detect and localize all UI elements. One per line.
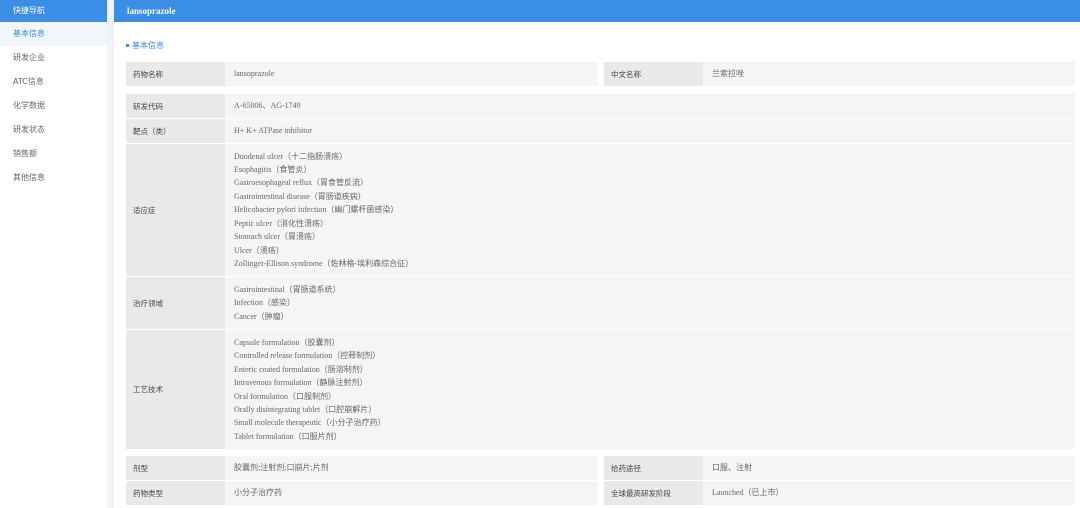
sidebar-item-sales[interactable]: 销售额	[0, 142, 107, 166]
label: 工艺技术	[126, 330, 225, 449]
sidebar: 快捷导航 基本信息 研发企业 ATC信息 化学数据 研发状态 销售额 其他信息	[0, 0, 107, 508]
main-panel: lansoprazole 基本信息 药物名称 lansoprazole 中文名称…	[114, 0, 1080, 508]
row-tech: 工艺技术 Capsule formulation（胶囊剂） Controlled…	[126, 330, 1075, 450]
row-form: 剂型 胶囊剂;注射剂;口崩片;片剂 给药途径 口服、注射	[126, 456, 1075, 481]
sidebar-item-status[interactable]: 研发状态	[0, 118, 107, 142]
sidebar-title: 快捷导航	[0, 0, 107, 22]
row-indication: 适应症 Duodenal ulcer（十二指肠溃疡） Esophagitis（食…	[126, 144, 1075, 277]
list-item: Zollinger-Ellison syndrome（佐林格-埃利森综合征）	[234, 258, 414, 268]
list-item: Orally disintegrating tablet（口腔崩解片）	[234, 404, 377, 414]
list-item: Small molecule therapeutic（小分子治疗药）	[234, 418, 386, 428]
row-type: 药物类型 小分子治疗药 全球最高研发阶段 Launched（已上市）	[126, 481, 1075, 506]
value: 口服、注射	[703, 456, 1075, 480]
value-list: Gastrointestinal（胃肠道系统） Infection（感染） Ca…	[225, 277, 1075, 329]
row-name: 药物名称 lansoprazole 中文名称 兰索拉唑	[126, 62, 1075, 87]
sidebar-item-other[interactable]: 其他信息	[0, 166, 107, 190]
value: 胶囊剂;注射剂;口崩片;片剂	[225, 456, 598, 480]
value: lansoprazole	[225, 62, 598, 86]
value: H+ K+ ATPase inhibitor	[225, 119, 1075, 143]
row-target: 靶点（类） H+ K+ ATPase inhibitor	[126, 119, 1075, 144]
list-item: Cancer（肿瘤）	[234, 311, 289, 321]
label: 适应症	[126, 144, 225, 276]
label: 全球最高研发阶段	[604, 481, 703, 505]
list-item: Tablet formulation（口服片剂）	[234, 431, 342, 441]
list-item: Intravenous formulation（静脉注射剂）	[234, 378, 368, 388]
value-list: Duodenal ulcer（十二指肠溃疡） Esophagitis（食管炎） …	[225, 144, 1075, 276]
list-item: Enteric coated formulation（肠溶制剂）	[234, 364, 368, 374]
list-item: Duodenal ulcer（十二指肠溃疡）	[234, 151, 348, 161]
label: 剂型	[126, 456, 225, 480]
list-item: Ulcer（溃疡）	[234, 245, 284, 255]
label: 研发代码	[126, 94, 225, 118]
row-area: 治疗领域 Gastrointestinal（胃肠道系统） Infection（感…	[126, 277, 1075, 330]
list-item: Infection（感染）	[234, 298, 295, 308]
list-item: Gastroesophageal reflux（胃食管反流）	[234, 178, 368, 188]
list-item: Peptic ulcer（消化性溃疡）	[234, 218, 328, 228]
label: 靶点（类）	[126, 119, 225, 143]
value: 小分子治疗药	[225, 481, 598, 505]
label: 治疗领域	[126, 277, 225, 329]
page-title: lansoprazole	[114, 0, 1080, 22]
label: 药物类型	[126, 481, 225, 505]
label: 药物名称	[126, 62, 225, 86]
value-list: Capsule formulation（胶囊剂） Controlled rele…	[225, 330, 1075, 449]
label: 给药途径	[604, 456, 703, 480]
list-item: Esophagitis（食管炎）	[234, 165, 312, 175]
list-item: Gastrointestinal（胃肠道系统）	[234, 284, 341, 294]
sidebar-item-basic-info[interactable]: 基本信息	[0, 22, 107, 46]
list-item: Helicobacter pylori infection（幽门螺杆菌感染）	[234, 205, 399, 215]
list-item: Stomach ulcer（胃溃疡）	[234, 232, 320, 242]
label: 中文名称	[604, 62, 703, 86]
sidebar-item-company[interactable]: 研发企业	[0, 46, 107, 70]
row-code: 研发代码 A-65006、AG-1749	[126, 94, 1075, 119]
value: A-65006、AG-1749	[225, 94, 1075, 118]
sidebar-item-atc[interactable]: ATC信息	[0, 70, 107, 94]
value: 兰索拉唑	[703, 62, 1075, 86]
list-item: Controlled release formulation（控释制剂）	[234, 351, 381, 361]
value: Launched（已上市）	[703, 481, 1075, 505]
section-title: 基本信息	[126, 40, 164, 51]
list-item: Gastrointestinal disease（胃肠道疾病）	[234, 191, 366, 201]
sidebar-item-chem[interactable]: 化学数据	[0, 94, 107, 118]
list-item: Capsule formulation（胶囊剂）	[234, 337, 340, 347]
list-item: Oral formulation（口服制剂）	[234, 391, 336, 401]
